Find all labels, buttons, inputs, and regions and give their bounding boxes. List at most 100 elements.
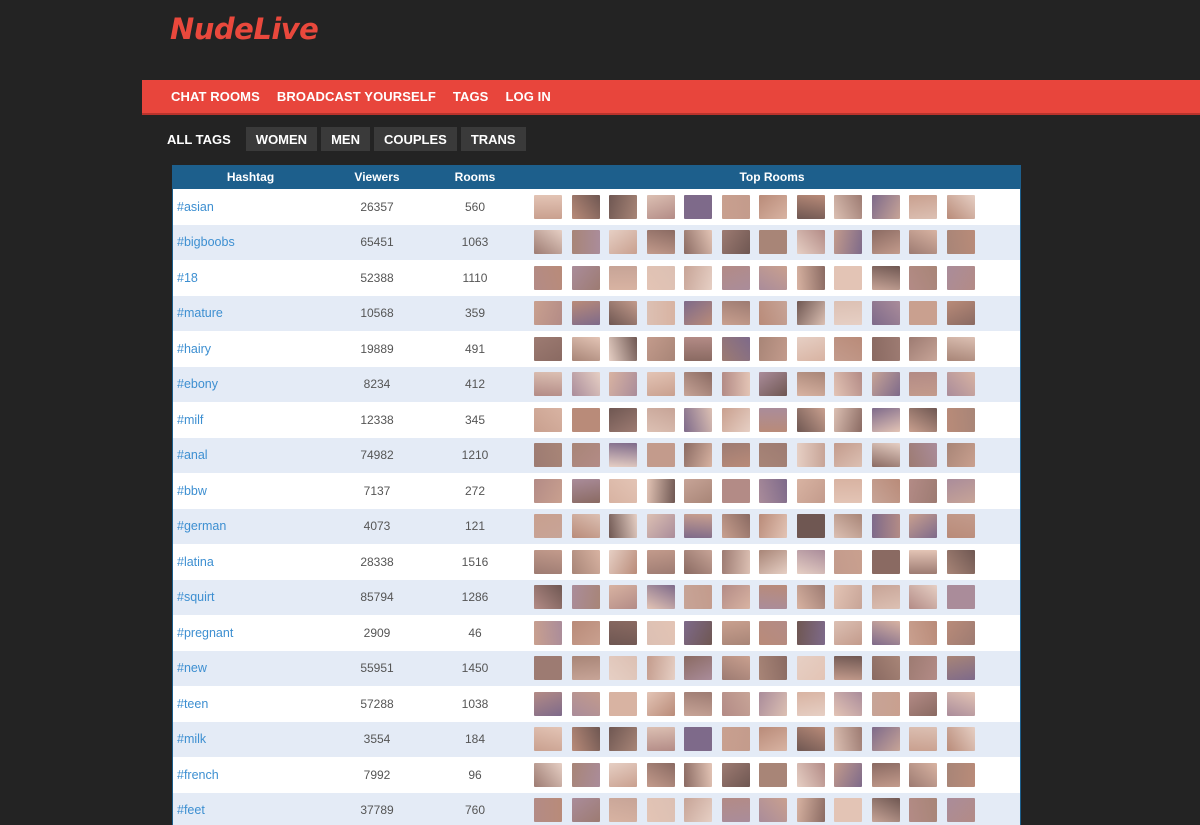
room-thumbnail[interactable] [872, 266, 900, 290]
room-thumbnail[interactable] [647, 550, 675, 574]
room-thumbnail[interactable] [534, 266, 562, 290]
room-thumbnail[interactable] [572, 479, 600, 503]
room-thumbnail[interactable] [684, 337, 712, 361]
room-thumbnail[interactable] [609, 443, 637, 467]
room-thumbnail[interactable] [759, 798, 787, 822]
room-thumbnail[interactable] [647, 443, 675, 467]
room-thumbnail[interactable] [872, 301, 900, 325]
room-thumbnail[interactable] [947, 301, 975, 325]
room-thumbnail[interactable] [759, 443, 787, 467]
room-thumbnail[interactable] [909, 514, 937, 538]
room-thumbnail[interactable] [797, 621, 825, 645]
room-thumbnail[interactable] [834, 372, 862, 396]
room-thumbnail[interactable] [609, 656, 637, 680]
room-thumbnail[interactable] [609, 692, 637, 716]
room-thumbnail[interactable] [722, 195, 750, 219]
room-thumbnail[interactable] [534, 301, 562, 325]
room-thumbnail[interactable] [909, 443, 937, 467]
hashtag-link[interactable]: #latina [177, 555, 214, 569]
room-thumbnail[interactable] [834, 621, 862, 645]
room-thumbnail[interactable] [797, 443, 825, 467]
room-thumbnail[interactable] [572, 550, 600, 574]
room-thumbnail[interactable] [834, 195, 862, 219]
room-thumbnail[interactable] [572, 337, 600, 361]
hashtag-link[interactable]: #asian [177, 200, 214, 214]
hashtag-link[interactable]: #feet [177, 803, 205, 817]
room-thumbnail[interactable] [684, 656, 712, 680]
room-thumbnail[interactable] [684, 479, 712, 503]
hashtag-link[interactable]: #new [177, 661, 207, 675]
room-thumbnail[interactable] [947, 443, 975, 467]
room-thumbnail[interactable] [534, 621, 562, 645]
room-thumbnail[interactable] [759, 692, 787, 716]
room-thumbnail[interactable] [759, 337, 787, 361]
room-thumbnail[interactable] [609, 230, 637, 254]
room-thumbnail[interactable] [534, 798, 562, 822]
room-thumbnail[interactable] [722, 408, 750, 432]
room-thumbnail[interactable] [797, 798, 825, 822]
room-thumbnail[interactable] [684, 230, 712, 254]
room-thumbnail[interactable] [759, 656, 787, 680]
hashtag-link[interactable]: #squirt [177, 590, 215, 604]
room-thumbnail[interactable] [909, 585, 937, 609]
hashtag-link[interactable]: #bigboobs [177, 235, 235, 249]
room-thumbnail[interactable] [609, 195, 637, 219]
room-thumbnail[interactable] [909, 621, 937, 645]
room-thumbnail[interactable] [647, 692, 675, 716]
room-thumbnail[interactable] [647, 301, 675, 325]
room-thumbnail[interactable] [572, 408, 600, 432]
room-thumbnail[interactable] [947, 692, 975, 716]
room-thumbnail[interactable] [572, 266, 600, 290]
room-thumbnail[interactable] [534, 692, 562, 716]
room-thumbnail[interactable] [947, 514, 975, 538]
room-thumbnail[interactable] [609, 727, 637, 751]
room-thumbnail[interactable] [534, 479, 562, 503]
room-thumbnail[interactable] [684, 727, 712, 751]
room-thumbnail[interactable] [947, 195, 975, 219]
room-thumbnail[interactable] [909, 656, 937, 680]
room-thumbnail[interactable] [609, 621, 637, 645]
room-thumbnail[interactable] [609, 763, 637, 787]
room-thumbnail[interactable] [909, 798, 937, 822]
hashtag-link[interactable]: #mature [177, 306, 223, 320]
hashtag-link[interactable]: #milf [177, 413, 203, 427]
room-thumbnail[interactable] [872, 230, 900, 254]
room-thumbnail[interactable] [872, 514, 900, 538]
hashtag-link[interactable]: #german [177, 519, 226, 533]
room-thumbnail[interactable] [759, 301, 787, 325]
room-thumbnail[interactable] [572, 727, 600, 751]
room-thumbnail[interactable] [647, 230, 675, 254]
room-thumbnail[interactable] [872, 408, 900, 432]
room-thumbnail[interactable] [647, 195, 675, 219]
room-thumbnail[interactable] [572, 798, 600, 822]
room-thumbnail[interactable] [534, 372, 562, 396]
room-thumbnail[interactable] [572, 656, 600, 680]
room-thumbnail[interactable] [759, 479, 787, 503]
room-thumbnail[interactable] [722, 514, 750, 538]
room-thumbnail[interactable] [759, 372, 787, 396]
room-thumbnail[interactable] [684, 266, 712, 290]
room-thumbnail[interactable] [834, 585, 862, 609]
room-thumbnail[interactable] [872, 585, 900, 609]
room-thumbnail[interactable] [722, 692, 750, 716]
room-thumbnail[interactable] [834, 727, 862, 751]
room-thumbnail[interactable] [872, 621, 900, 645]
room-thumbnail[interactable] [722, 621, 750, 645]
room-thumbnail[interactable] [534, 514, 562, 538]
room-thumbnail[interactable] [797, 656, 825, 680]
room-thumbnail[interactable] [647, 585, 675, 609]
room-thumbnail[interactable] [872, 727, 900, 751]
room-thumbnail[interactable] [647, 763, 675, 787]
room-thumbnail[interactable] [834, 230, 862, 254]
nav-broadcast-yourself[interactable]: BROADCAST YOURSELF [277, 89, 436, 104]
room-thumbnail[interactable] [909, 337, 937, 361]
room-thumbnail[interactable] [909, 195, 937, 219]
room-thumbnail[interactable] [947, 550, 975, 574]
room-thumbnail[interactable] [872, 372, 900, 396]
room-thumbnail[interactable] [909, 266, 937, 290]
room-thumbnail[interactable] [872, 763, 900, 787]
room-thumbnail[interactable] [872, 479, 900, 503]
room-thumbnail[interactable] [572, 585, 600, 609]
room-thumbnail[interactable] [834, 692, 862, 716]
room-thumbnail[interactable] [947, 656, 975, 680]
